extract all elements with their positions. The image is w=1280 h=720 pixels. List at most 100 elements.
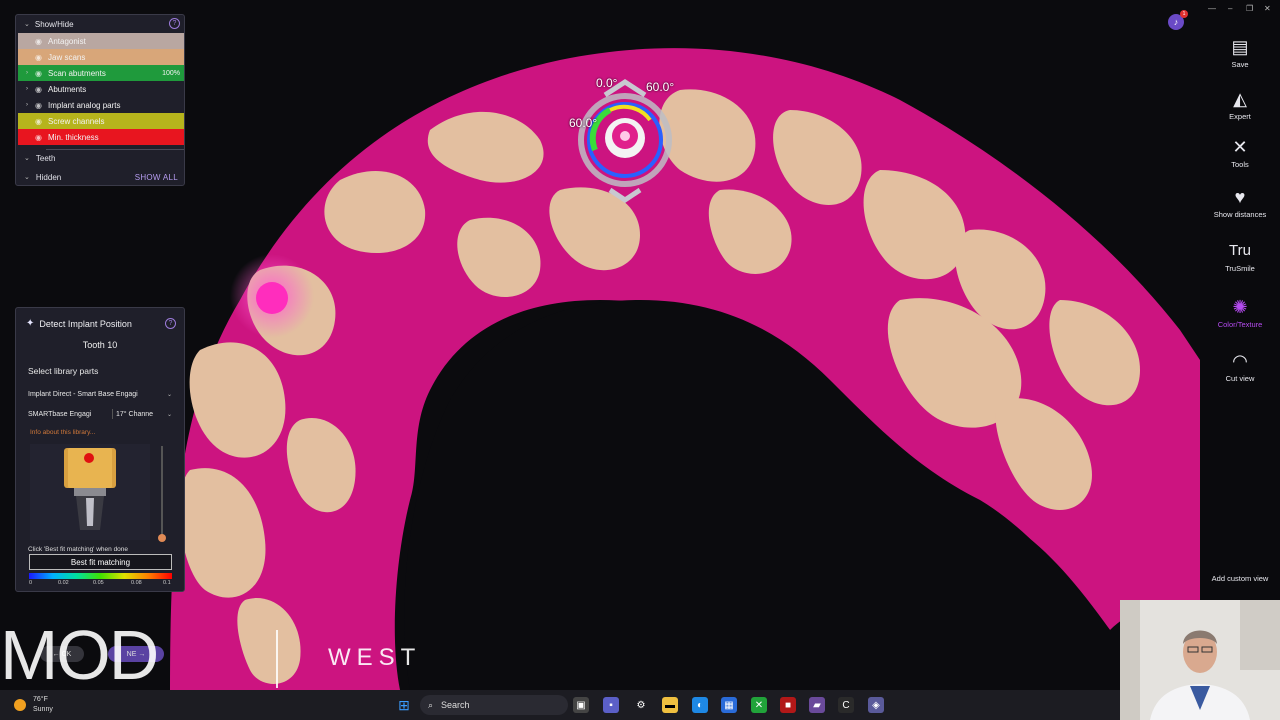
- show-hide-header[interactable]: ⌄ Show/Hide: [16, 15, 184, 33]
- edge-browser-icon[interactable]: ◐: [692, 697, 708, 713]
- layer-row-antagonist[interactable]: ◉ Antagonist: [18, 33, 184, 49]
- search-placeholder: Search: [441, 700, 470, 710]
- chevron-down-icon: ⌄: [24, 21, 30, 28]
- visibility-eye-icon[interactable]: ◉: [35, 133, 45, 142]
- scale-tick: 0.08: [131, 580, 142, 586]
- library-dropdown[interactable]: Implant Direct - Smart Base Engagi ⌄: [28, 387, 174, 401]
- panel-title: Detect Implant Position: [39, 318, 132, 329]
- app-c-icon[interactable]: C: [838, 697, 854, 713]
- visibility-eye-icon[interactable]: ◉: [35, 37, 45, 46]
- layer-label: Min. thickness: [48, 132, 99, 142]
- group-label: Hidden: [35, 172, 62, 182]
- store-icon[interactable]: ▦: [721, 697, 737, 713]
- magic-wand-icon: ✦: [26, 318, 35, 329]
- part-dropdowns[interactable]: SMARTbase Engagi 17° Channe ⌄: [28, 407, 174, 421]
- windows-taskbar: 76°F Sunny ⊞ ⌕ Search ▣ ▪ ⚙ ▬ ◐ ▦ ✕ ■ ▰ …: [0, 690, 1120, 720]
- help-icon[interactable]: ?: [169, 18, 180, 29]
- layer-label: Implant analog parts: [48, 100, 121, 110]
- expand-toggle-icon[interactable]: ›: [22, 86, 32, 92]
- layer-row-implant-analog-parts[interactable]: › ◉ Implant analog parts: [18, 97, 184, 113]
- visibility-eye-icon[interactable]: ◉: [35, 117, 45, 126]
- restore-window-icon[interactable]: ❐: [1246, 4, 1253, 13]
- task-view-icon[interactable]: ▣: [573, 697, 589, 713]
- show-distances-button[interactable]: ♥ Show distances: [1200, 186, 1280, 219]
- part-left-value[interactable]: SMARTbase Engagi: [28, 411, 91, 418]
- expand-toggle-icon[interactable]: ›: [22, 70, 32, 76]
- settings-gear-icon[interactable]: ⚙: [633, 697, 649, 713]
- visibility-eye-icon[interactable]: ◉: [35, 101, 45, 110]
- sun-icon[interactable]: [14, 699, 26, 711]
- visibility-eye-icon[interactable]: ◉: [35, 69, 45, 78]
- zoom-slider-knob[interactable]: [158, 534, 166, 542]
- library-info-link[interactable]: Info about this library...: [30, 429, 95, 436]
- cut-view-button[interactable]: ◠ Cut view: [1200, 350, 1280, 383]
- tools-button[interactable]: ✕ Tools: [1200, 136, 1280, 169]
- group-label: Teeth: [35, 153, 56, 163]
- layer-row-screw-channels[interactable]: ◉ Screw channels: [18, 113, 184, 129]
- layer-label: Jaw scans: [48, 52, 86, 62]
- show-all-button[interactable]: SHOW ALL: [135, 173, 178, 182]
- add-custom-view-button[interactable]: Add custom view: [1204, 574, 1276, 583]
- show-hide-title: Show/Hide: [34, 19, 74, 29]
- close-icon[interactable]: ✕: [1264, 4, 1271, 13]
- trusmile-button[interactable]: Tru TruSmile: [1200, 240, 1280, 273]
- toolbar-label: Tools: [1231, 160, 1249, 169]
- webcam-overlay: [1120, 600, 1280, 720]
- watermark-logo-mod: MOD: [0, 616, 159, 694]
- dental-app-icon[interactable]: ◈: [868, 697, 884, 713]
- layer-row-min-thickness[interactable]: ◉ Min. thickness: [18, 129, 184, 145]
- weather-condition: Sunny: [33, 706, 53, 713]
- cut-view-icon: ◠: [1232, 351, 1248, 371]
- scale-tick: 0.05: [93, 580, 104, 586]
- toolbar-label: TruSmile: [1225, 264, 1255, 273]
- best-fit-matching-button[interactable]: Best fit matching: [29, 554, 172, 570]
- tooth-label: Tooth 10: [82, 340, 118, 350]
- implant-marker[interactable]: [256, 282, 288, 314]
- notification-badge: 1: [1180, 10, 1188, 18]
- color-texture-button[interactable]: ✺ Color/Texture: [1200, 296, 1280, 329]
- layer-row-abutments[interactable]: › ◉ Abutments: [18, 81, 184, 97]
- tools-icon: ✕: [1232, 137, 1248, 157]
- tooth-distance-icon: ♥: [1234, 187, 1246, 207]
- windows-start-icon[interactable]: ⊞: [396, 697, 412, 713]
- teams-icon[interactable]: ▪: [603, 697, 619, 713]
- part-right-value[interactable]: 17° Channe: [116, 411, 153, 418]
- chevron-down-icon: ⌄: [24, 174, 30, 181]
- visibility-eye-icon[interactable]: ◉: [35, 85, 45, 94]
- visibility-eye-icon[interactable]: ◉: [35, 53, 45, 62]
- layer-row-jaw-scans[interactable]: ◉ Jaw scans: [18, 49, 184, 65]
- trusmile-icon: Tru: [1229, 242, 1251, 259]
- 3d-viewport[interactable]: 0.0° 60.0° 60.0°: [0, 0, 1280, 690]
- toolbar-label: Cut view: [1225, 374, 1255, 383]
- file-explorer-icon[interactable]: ▬: [662, 697, 678, 713]
- help-icon[interactable]: ?: [165, 318, 176, 329]
- layer-label: Antagonist: [48, 36, 86, 46]
- layer-label: Screw channels: [48, 116, 105, 126]
- minimize-window-icon[interactable]: –: [1228, 4, 1232, 13]
- xbox-icon[interactable]: ✕: [751, 697, 767, 713]
- expand-toggle-icon[interactable]: ›: [22, 102, 32, 108]
- angle-label-right: 60.0°: [646, 80, 675, 94]
- toolbar-label: Expert: [1229, 112, 1251, 121]
- opacity-percent[interactable]: 100%: [162, 70, 180, 77]
- minimize-icon[interactable]: —: [1208, 4, 1216, 13]
- group-teeth[interactable]: ⌄ Teeth: [16, 150, 184, 166]
- chevron-down-icon: ⌄: [166, 391, 172, 398]
- palette-icon: ✺: [1232, 297, 1248, 317]
- taskbar-search[interactable]: ⌕ Search: [420, 695, 568, 715]
- divider: [112, 409, 113, 419]
- hint-text: Click 'Best fit matching' when done: [28, 546, 129, 553]
- expert-button[interactable]: ◭ Expert: [1200, 88, 1280, 121]
- group-hidden[interactable]: ⌄ Hidden SHOW ALL: [16, 169, 184, 185]
- zoom-slider-track[interactable]: [161, 446, 163, 538]
- layer-row-scan-abutments[interactable]: › ◉ Scan abutments 100%: [18, 65, 184, 81]
- app-red-icon[interactable]: ■: [780, 697, 796, 713]
- scale-tick: 0.1: [163, 580, 171, 586]
- select-library-label: Select library parts: [28, 366, 99, 376]
- detect-implant-panel: ✦ Detect Implant Position ? Tooth 10 Sel…: [15, 307, 185, 592]
- toolbar-label: Save: [1231, 60, 1249, 69]
- app-purple-icon[interactable]: ▰: [809, 697, 825, 713]
- save-button[interactable]: ▤ Save: [1200, 36, 1280, 69]
- chevron-down-icon: ⌄: [24, 155, 30, 162]
- weather-widget[interactable]: 76°F Sunny: [33, 695, 53, 715]
